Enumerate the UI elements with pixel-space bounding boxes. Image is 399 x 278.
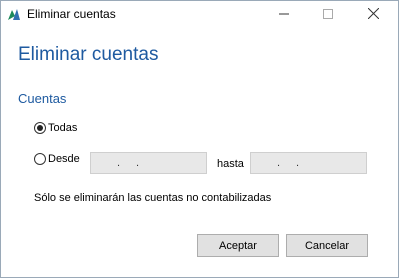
date-from-separator-2: . bbox=[136, 157, 140, 169]
maximize-icon bbox=[323, 6, 333, 24]
window-title: Eliminar cuentas bbox=[27, 7, 116, 21]
cancel-button[interactable]: Cancelar bbox=[286, 234, 368, 257]
accept-button[interactable]: Aceptar bbox=[197, 234, 279, 257]
dialog-window: Eliminar cuentas Eliminar cuentas Cuenta… bbox=[0, 0, 399, 278]
option-from-label: Desde bbox=[48, 153, 80, 165]
option-from[interactable]: Desde bbox=[34, 153, 80, 165]
page-title: Eliminar cuentas bbox=[18, 44, 159, 65]
option-all-label: Todas bbox=[48, 122, 78, 134]
date-from-field[interactable]: . . bbox=[90, 152, 207, 174]
minimize-button[interactable] bbox=[262, 1, 306, 29]
date-to-separator-2: . bbox=[296, 157, 300, 169]
app-logo-icon bbox=[7, 7, 21, 21]
title-bar[interactable]: Eliminar cuentas bbox=[1, 1, 398, 29]
info-note: Sólo se eliminarán las cuentas no contab… bbox=[34, 192, 272, 204]
close-button[interactable] bbox=[351, 1, 395, 29]
to-label: hasta bbox=[217, 158, 244, 170]
date-from-separator-1: . bbox=[117, 157, 121, 169]
section-title-cuentas: Cuentas bbox=[18, 91, 67, 106]
date-to-separator-1: . bbox=[277, 157, 281, 169]
radio-all[interactable] bbox=[34, 122, 46, 134]
maximize-button[interactable] bbox=[306, 1, 350, 29]
minimize-icon bbox=[279, 6, 289, 24]
option-all[interactable]: Todas bbox=[34, 122, 77, 134]
date-to-field[interactable]: . . bbox=[250, 152, 367, 174]
radio-from[interactable] bbox=[34, 153, 46, 165]
close-icon bbox=[367, 6, 379, 24]
